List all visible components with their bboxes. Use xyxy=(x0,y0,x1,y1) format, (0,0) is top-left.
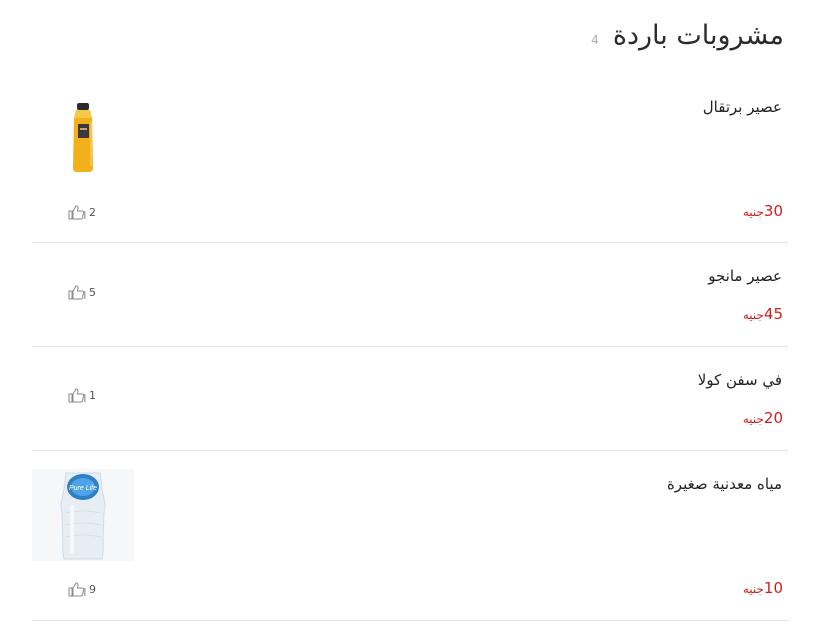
price-currency: جنيه xyxy=(742,205,764,219)
price-value: 20 xyxy=(763,409,783,427)
category-title: مشروبات باردة xyxy=(612,20,784,51)
thumbs-up-icon xyxy=(68,582,86,597)
thumbs-up-icon xyxy=(68,205,86,220)
thumbs-up-icon xyxy=(68,388,86,403)
price-currency: جنيه xyxy=(742,582,764,596)
water-brand-label: Pure Life xyxy=(69,485,97,492)
price-currency: جنيه xyxy=(742,412,764,426)
product-image xyxy=(68,102,98,178)
product-price: 30جنيه xyxy=(743,202,783,220)
like-button[interactable]: 9 xyxy=(68,582,96,597)
category-item-count: 4 xyxy=(591,33,599,47)
price-value: 10 xyxy=(763,579,783,597)
product-name: مياه معدنية صغيرة xyxy=(666,475,782,493)
like-count: 5 xyxy=(89,286,96,299)
price-value: 30 xyxy=(763,202,783,220)
like-button[interactable]: 5 xyxy=(68,285,96,300)
product-name: في سفن كولا xyxy=(697,371,782,389)
product-item[interactable]: عصير برتقال 30جنيه 2 xyxy=(32,84,788,243)
product-name: عصير مانجو xyxy=(708,267,782,285)
like-button[interactable]: 2 xyxy=(68,205,96,220)
like-count: 9 xyxy=(89,583,96,596)
like-button[interactable]: 1 xyxy=(68,388,96,403)
price-value: 45 xyxy=(763,305,783,323)
product-item[interactable]: مياه معدنية صغيرة Pure Life 10جنيه 9 xyxy=(32,451,788,621)
product-item[interactable]: في سفن كولا 20جنيه 1 xyxy=(32,347,788,451)
menu-category: مشروبات باردة 4 عصير برتقال 30جنيه 2 عصي… xyxy=(32,0,788,626)
like-count: 2 xyxy=(89,206,96,219)
thumbs-up-icon xyxy=(68,285,86,300)
like-count: 1 xyxy=(89,389,96,402)
price-currency: جنيه xyxy=(742,308,764,322)
product-name: عصير برتقال xyxy=(702,98,782,116)
product-price: 45جنيه xyxy=(743,305,783,323)
product-item[interactable]: عصير مانجو 45جنيه 5 xyxy=(32,243,788,347)
product-price: 10جنيه xyxy=(743,579,783,597)
product-price: 20جنيه xyxy=(743,409,783,427)
category-header: مشروبات باردة 4 xyxy=(591,20,784,51)
product-image: Pure Life xyxy=(32,469,134,565)
